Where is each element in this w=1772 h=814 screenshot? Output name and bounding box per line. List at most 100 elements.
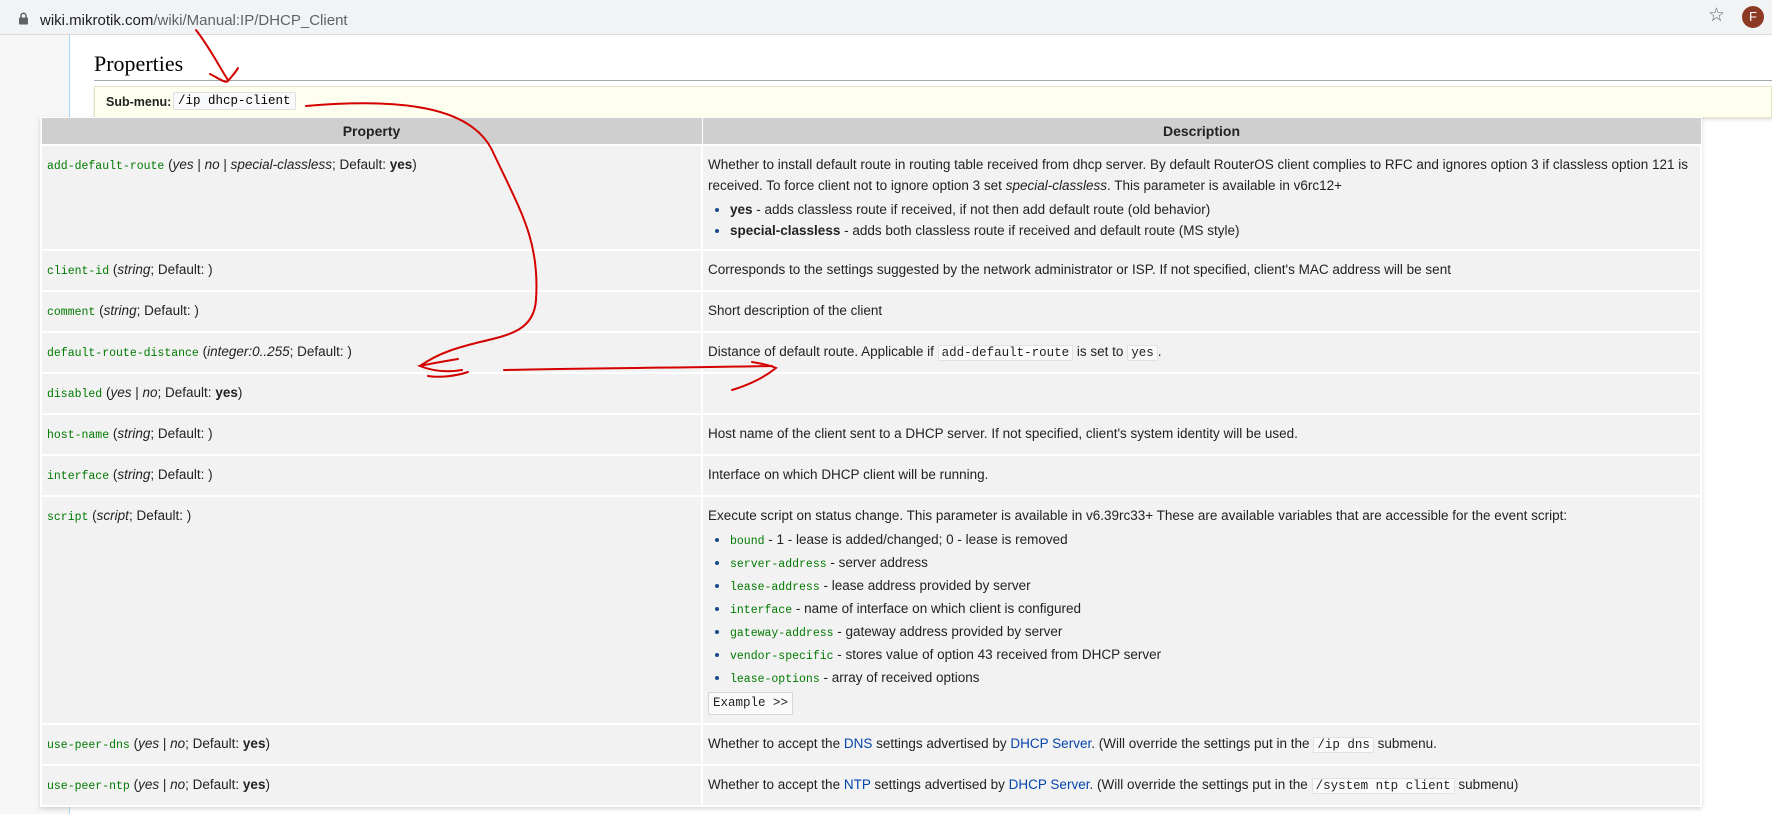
- variable-name: server-address: [730, 558, 827, 571]
- property-text: ): [265, 736, 270, 751]
- property-name: add-default-route: [47, 160, 165, 173]
- property-text: ; Default: ): [150, 467, 213, 482]
- property-text: (: [88, 508, 97, 523]
- table-row: use-peer-dns (yes | no; Default: yes) Wh…: [40, 723, 1702, 766]
- property-name: use-peer-ntp: [47, 780, 130, 793]
- variable-text: - server address: [826, 555, 928, 570]
- url-path: /wiki/Manual:IP/DHCP_Client: [153, 12, 348, 29]
- table-row: interface (string; Default: ) Interface …: [40, 454, 1702, 497]
- ntp-link[interactable]: NTP: [844, 777, 871, 792]
- table-row: host-name (string; Default: ) Host name …: [40, 413, 1702, 456]
- list-item: yes - adds classless route if received, …: [730, 199, 1695, 220]
- property-text: ; Default:: [157, 385, 216, 400]
- property-cell: use-peer-dns (yes | no; Default: yes): [40, 723, 703, 766]
- property-type: string: [117, 426, 151, 441]
- description-cell: Corresponds to the settings suggested by…: [701, 249, 1702, 292]
- table-row: disabled (yes | no; Default: yes): [40, 372, 1702, 415]
- property-text: ; Default:: [185, 736, 243, 751]
- star-icon[interactable]: ☆: [1708, 6, 1725, 26]
- property-text: (: [129, 777, 139, 792]
- description-cell: Execute script on status change. This pa…: [701, 495, 1702, 725]
- variable-list: bound - 1 - lease is added/changed; 0 - …: [708, 529, 1695, 690]
- property-cell: default-route-distance (integer:0..255; …: [40, 331, 703, 374]
- example-toggle-button[interactable]: Example >>: [708, 692, 794, 715]
- property-name: use-peer-dns: [47, 739, 130, 752]
- table-row: script (script; Default: ) Execute scrip…: [40, 495, 1702, 725]
- variable-text: - name of interface on which client is c…: [792, 601, 1082, 616]
- description-cell: Whether to accept the NTP settings adver…: [701, 764, 1702, 807]
- section-heading: Properties: [94, 51, 184, 76]
- header-description: Description: [701, 117, 1702, 146]
- url-host: wiki.mikrotik.com: [40, 12, 154, 29]
- table-row: default-route-distance (integer:0..255; …: [40, 331, 1702, 374]
- header-property: Property: [40, 117, 703, 146]
- list-item: gateway-address - gateway address provid…: [730, 621, 1695, 644]
- description-cell: Whether to install default route in rout…: [701, 144, 1702, 251]
- table-row: add-default-route (yes | no | special-cl…: [40, 144, 1702, 251]
- avatar[interactable]: F: [1742, 6, 1764, 28]
- variable-name: bound: [730, 535, 765, 548]
- variable-text: - gateway address provided by server: [833, 624, 1063, 639]
- table-row: comment (string; Default: ) Short descri…: [40, 290, 1702, 333]
- description-cell: [701, 372, 1702, 415]
- property-text: (: [198, 344, 208, 359]
- property-name: comment: [47, 306, 96, 319]
- property-text: ; Default:: [185, 777, 243, 792]
- property-type: no: [170, 777, 186, 792]
- browser-address-bar: wiki.mikrotik.com/wiki/Manual:IP/DHCP_Cl…: [0, 0, 1772, 35]
- property-text: (: [164, 157, 173, 172]
- variable-text: - 1 - lease is added/changed; 0 - lease …: [764, 532, 1068, 547]
- property-type: yes: [138, 777, 160, 792]
- description-text: .: [1157, 344, 1162, 359]
- property-cell: add-default-route (yes | no | special-cl…: [40, 144, 703, 251]
- property-type: script: [96, 508, 129, 523]
- property-type: no: [142, 385, 158, 400]
- property-default: yes: [242, 736, 266, 751]
- url-text[interactable]: wiki.mikrotik.com/wiki/Manual:IP/DHCP_Cl…: [40, 12, 348, 29]
- property-name: script: [47, 511, 89, 524]
- property-text: (: [129, 736, 139, 751]
- description-text: Execute script on status change. This pa…: [708, 508, 1568, 523]
- property-type: special-classless: [230, 157, 332, 172]
- list-item: vendor-specific - stores value of option…: [730, 644, 1695, 667]
- dhcp-server-link[interactable]: DHCP Server: [1010, 736, 1091, 751]
- property-text: ): [265, 777, 270, 792]
- inline-code: /ip dns: [1313, 737, 1374, 753]
- property-text: ; Default:: [331, 157, 390, 172]
- property-type: no: [204, 157, 220, 172]
- property-text: ; Default: ): [150, 426, 213, 441]
- option-list: yes - adds classless route if received, …: [708, 199, 1695, 241]
- dns-link[interactable]: DNS: [844, 736, 873, 751]
- heading-rule: [94, 80, 1772, 81]
- property-cell: use-peer-ntp (yes | no; Default: yes): [40, 764, 703, 807]
- property-text: |: [159, 777, 171, 792]
- description-text: submenu.: [1373, 736, 1437, 751]
- property-name: host-name: [47, 429, 110, 442]
- submenu-label: Sub-menu:: [106, 95, 172, 109]
- option-value: special-classless: [730, 223, 841, 238]
- variable-name: lease-address: [730, 581, 820, 594]
- property-type: integer:0..255: [207, 344, 290, 359]
- description-text: Whether to accept the: [708, 777, 844, 792]
- property-cell: disabled (yes | no; Default: yes): [40, 372, 703, 415]
- inline-code: add-default-route: [937, 345, 1074, 361]
- description-italic: special-classless: [1005, 178, 1107, 193]
- property-text: ; Default: ): [136, 303, 199, 318]
- property-cell: script (script; Default: ): [40, 495, 703, 725]
- omnibox[interactable]: wiki.mikrotik.com/wiki/Manual:IP/DHCP_Cl…: [6, 4, 1706, 30]
- description-cell: Host name of the client sent to a DHCP s…: [701, 413, 1702, 456]
- dhcp-server-link[interactable]: DHCP Server: [1009, 777, 1090, 792]
- property-default: yes: [242, 777, 266, 792]
- list-item: lease-options - array of received option…: [730, 667, 1695, 690]
- variable-text: - array of received options: [819, 670, 980, 685]
- description-cell: Distance of default route. Applicable if…: [701, 331, 1702, 374]
- inline-code: /system ntp client: [1311, 778, 1455, 794]
- list-item: lease-address - lease address provided b…: [730, 575, 1695, 598]
- description-text: . (Will override the settings put in the: [1091, 736, 1314, 751]
- variable-text: - lease address provided by server: [819, 578, 1031, 593]
- option-value: yes: [730, 202, 753, 217]
- property-type: yes: [110, 385, 132, 400]
- description-cell: Short description of the client: [701, 290, 1702, 333]
- property-type: string: [117, 262, 151, 277]
- list-item: bound - 1 - lease is added/changed; 0 - …: [730, 529, 1695, 552]
